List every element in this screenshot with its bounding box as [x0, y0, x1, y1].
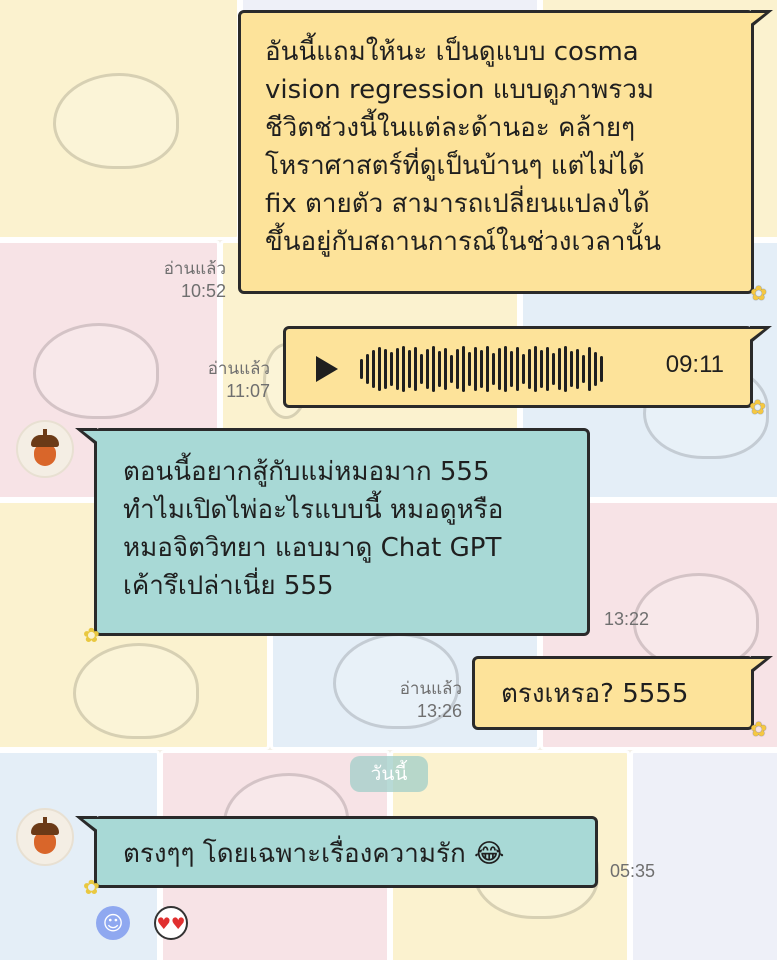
read-receipt: อ่านแล้ว 13:26 — [366, 678, 462, 722]
paw-icon: ✿ — [83, 623, 100, 647]
avatar[interactable] — [16, 420, 74, 478]
read-status: อ่านแล้ว — [399, 679, 462, 698]
message-time: 10:52 — [180, 281, 226, 301]
outgoing-message-bubble[interactable]: ตรงเหรอ? 5555 ✿ — [472, 656, 773, 741]
paw-icon: ✿ — [750, 717, 767, 741]
bubble-tail — [748, 656, 773, 674]
message-text: ตอนนี้อยากสู้กับแม่หมอมาก 555 ทำไมเปิดไพ… — [123, 457, 504, 601]
incoming-message-bubble[interactable]: ตรงๆๆ โดยเฉพาะเรื่องความรัก 😂 ✿ — [75, 816, 598, 899]
message-text: ตรงเหรอ? 5555 — [501, 679, 689, 709]
message-time: 11:07 — [226, 381, 270, 401]
read-status: อ่านแล้ว — [163, 259, 226, 278]
voice-duration: 09:11 — [665, 351, 724, 378]
read-receipt: อ่านแล้ว 11:07 — [174, 358, 270, 402]
message-text: อันนี้แถมให้นะ เป็นดูแบบ cosma vision re… — [265, 37, 662, 257]
paw-icon: ✿ — [750, 281, 767, 305]
bubble-tail — [747, 326, 772, 344]
paw-icon: ✿ — [749, 395, 766, 419]
smiley-face-icon[interactable]: ☺ — [96, 906, 130, 940]
message-text: ตรงๆๆ โดยเฉพาะเรื่องความรัก 😂 — [123, 839, 505, 869]
acorn-icon — [31, 429, 59, 466]
read-status: อ่านแล้ว — [207, 359, 270, 378]
bubble-tail — [748, 10, 773, 28]
message-time: 05:35 — [610, 861, 656, 881]
avatar[interactable] — [16, 808, 74, 866]
read-receipt: อ่านแล้ว 10:52 — [130, 258, 226, 302]
heart-eyes-face-icon[interactable]: ♥♥ — [154, 906, 188, 940]
play-icon[interactable] — [316, 356, 338, 382]
bubble-tail — [75, 428, 100, 446]
outgoing-message-bubble[interactable]: อันนี้แถมให้นะ เป็นดูแบบ cosma vision re… — [238, 10, 773, 305]
message-time: 13:22 — [604, 609, 650, 629]
date-separator: วันนี้ — [350, 756, 428, 792]
voice-waveform — [360, 345, 603, 393]
message-time: 13:26 — [416, 701, 462, 721]
paw-icon: ✿ — [83, 875, 100, 899]
bubble-tail — [75, 816, 100, 834]
voice-message-bubble[interactable]: 09:11 ✿ — [283, 326, 772, 419]
acorn-icon — [31, 817, 59, 854]
incoming-message-bubble[interactable]: ตอนนี้อยากสู้กับแม่หมอมาก 555 ทำไมเปิดไพ… — [75, 428, 590, 647]
